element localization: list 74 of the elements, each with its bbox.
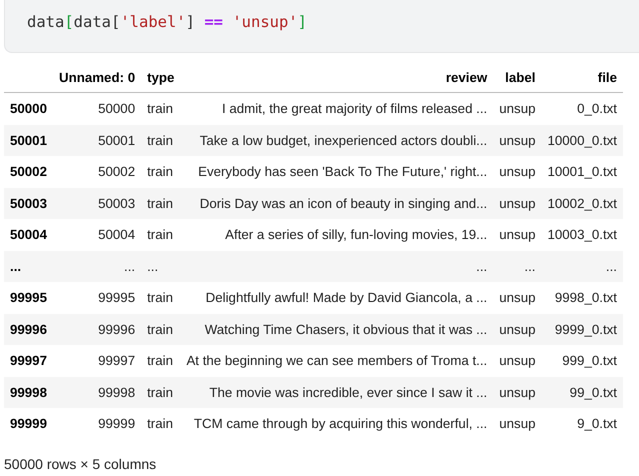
table-cell: 9998_0.txt (541, 282, 623, 314)
table-cell: unsup (493, 156, 542, 188)
table-cell: 50002 (52, 156, 142, 188)
table-cell: 99997 (52, 345, 142, 376)
table-cell: 10002_0.txt (541, 188, 623, 219)
table-cell: 10003_0.txt (541, 219, 623, 250)
table-cell: unsup (493, 376, 542, 408)
table-cell: ... (493, 250, 542, 282)
table-cell: 99_0.txt (541, 376, 623, 408)
column-header: file (541, 62, 623, 92)
index-cell: 99998 (4, 376, 53, 408)
index-cell: 50003 (4, 188, 53, 219)
table-cell: After a series of silly, fun-loving movies, 19... (180, 219, 494, 250)
code-cell[interactable]: data[data['label'] == 'unsup'] (4, 0, 639, 53)
table-cell: unsup (493, 314, 542, 345)
table-cell: 99995 (52, 282, 142, 314)
table-cell: train (141, 124, 180, 156)
table-cell: 9_0.txt (541, 408, 623, 440)
table-cell: Doris Day was an icon of beauty in singing and... (180, 188, 494, 219)
table-cell: At the beginning we can see members of Troma t... (180, 345, 494, 376)
table-cell: train (141, 156, 180, 188)
index-cell: 99996 (4, 314, 53, 345)
table-cell: 99999 (52, 408, 142, 440)
index-cell: 50001 (4, 124, 53, 156)
table-cell: 9999_0.txt (541, 314, 623, 345)
table-cell: unsup (493, 124, 542, 156)
table-cell: 50004 (52, 219, 142, 250)
column-header: type (141, 62, 180, 92)
table-cell: train (141, 188, 180, 219)
table-cell: unsup (493, 92, 542, 124)
index-cell: 99997 (4, 345, 53, 376)
table-cell: 50000 (52, 92, 142, 124)
table-cell: 10000_0.txt (541, 124, 623, 156)
index-cell: 50004 (4, 219, 53, 250)
table-cell: Delightfully awful! Made by David Giancola, a ... (180, 282, 494, 314)
index-cell: 50002 (4, 156, 53, 188)
code-text: data[data['label'] == 'unsup'] (27, 13, 308, 31)
column-header: Unnamed: 0 (52, 62, 142, 92)
table-cell: unsup (493, 282, 542, 314)
table-cell: 0_0.txt (541, 92, 623, 124)
table-cell: train (141, 376, 180, 408)
table-cell: ... (180, 250, 494, 282)
table-cell: The movie was incredible, ever since I saw it ... (180, 376, 494, 408)
table-cell: unsup (493, 345, 542, 376)
table-cell: TCM came through by acquiring this wonderful, ... (180, 408, 494, 440)
table-cell: ... (541, 250, 623, 282)
index-cell: 99995 (4, 282, 53, 314)
table-cell: unsup (493, 188, 542, 219)
index-cell: ... (4, 250, 53, 282)
table-cell: train (141, 408, 180, 440)
table-cell: train (141, 219, 180, 250)
column-header: label (493, 62, 542, 92)
index-cell: 99999 (4, 408, 53, 440)
row-count-text: 50000 rows × 5 columns (4, 456, 158, 472)
column-header: review (180, 62, 494, 92)
table-cell: Watching Time Chasers, it obvious that it was ... (180, 314, 494, 345)
table-cell: Take a low budget, inexperienced actors doubli... (180, 124, 494, 156)
table-cell: I admit, the great majority of films released ... (180, 92, 494, 124)
table-cell: ... (141, 250, 180, 282)
table-cell: train (141, 314, 180, 345)
table-cell: 10001_0.txt (541, 156, 623, 188)
table-cell: 999_0.txt (541, 345, 623, 376)
table-cell: unsup (493, 408, 542, 440)
index-cell: 50000 (4, 92, 53, 124)
table-cell: unsup (493, 219, 542, 250)
table-cell: ... (52, 250, 142, 282)
table-cell: 99996 (52, 314, 142, 345)
table-cell: Everybody has seen 'Back To The Future,' right... (180, 156, 494, 188)
table-cell: 99998 (52, 376, 142, 408)
table-cell: 50001 (52, 124, 142, 156)
table-cell: train (141, 282, 180, 314)
table-cell: train (141, 345, 180, 376)
table-cell: train (141, 92, 180, 124)
table-cell: 50003 (52, 188, 142, 219)
